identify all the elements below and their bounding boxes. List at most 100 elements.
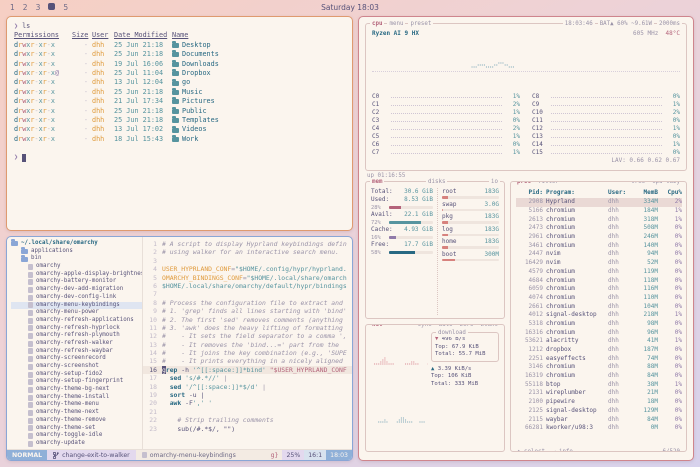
process-row[interactable]: 3461chromiumdhh140M0% — [516, 241, 682, 250]
process-row[interactable]: 66281kworker/u98:3dhh0M0% — [516, 424, 682, 433]
code-line: 7 — [143, 290, 352, 298]
tree-item-omarchy-battery-monitor[interactable]: omarchy-battery-monitor — [11, 278, 142, 286]
file-owner: dhh — [92, 88, 114, 97]
process-row[interactable]: 53621alacrittydhh41M1% — [516, 337, 682, 346]
process-table-header: Pid: Program: User: MemB Cpu% — [516, 189, 682, 198]
process-row[interactable]: 6059chromiumdhh116M0% — [516, 285, 682, 294]
tree-item-bin[interactable]: bin — [11, 255, 142, 263]
network-stats: download ▼ 496 B/s Top: 67.9 KiB Total: … — [431, 332, 499, 448]
code-buffer[interactable]: 1# A script to display Hyprland keybindi… — [143, 237, 352, 449]
workspace-4-active[interactable] — [48, 3, 55, 12]
tab-net[interactable]: net — [370, 324, 384, 329]
tree-item-omarchy-refresh-walker[interactable]: omarchy-refresh-walker — [11, 340, 142, 348]
process-row[interactable]: 2961chromiumdhh246M0% — [516, 233, 682, 242]
process-row[interactable]: 16319chromiumdhh84M0% — [516, 372, 682, 381]
line-number: 12 — [143, 332, 157, 340]
tree-item-omarchy-theme-set[interactable]: omarchy-theme-set — [11, 425, 142, 433]
tree-item-omarchy-refresh-hyprlock[interactable]: omarchy-refresh-hyprlock — [11, 325, 142, 333]
process-row[interactable]: 55118btopdhh38M1% — [516, 380, 682, 389]
tree-item-omarchy-theme-remove[interactable]: omarchy-theme-remove — [11, 417, 142, 425]
workspace-5[interactable]: 5 — [63, 3, 68, 12]
tree-item-omarchy-apple-display-brightness[interactable]: omarchy-apple-display-brightness — [11, 271, 142, 279]
tab-mem[interactable]: mem — [370, 178, 384, 186]
col-program[interactable]: Program: — [546, 189, 608, 198]
tab-filter[interactable]: filter — [536, 181, 561, 186]
tab-proc[interactable]: proc — [515, 181, 533, 186]
tree-item-omarchy-dev-config-link[interactable]: omarchy-dev-config-link — [11, 294, 142, 302]
ls-header-row: Permissions Size User Date Modified Name — [14, 31, 345, 40]
tree-item-omarchy-refresh-waybar[interactable]: omarchy-refresh-waybar — [11, 348, 142, 356]
process-row[interactable]: 2473chromiumdhh508M0% — [516, 224, 682, 233]
tree-item-omarchy-setup-fingerprint[interactable]: omarchy-setup-fingerprint — [11, 378, 142, 386]
process-row[interactable]: 16316chromiumdhh96M0% — [516, 328, 682, 337]
col-user[interactable]: User: — [608, 189, 630, 198]
col-memb[interactable]: MemB — [630, 189, 658, 198]
shell-prompt[interactable]: ❯ — [14, 153, 345, 162]
tab-io[interactable]: io — [489, 178, 500, 186]
col-pid[interactable]: Pid: — [516, 189, 546, 198]
tree-item-omarchy-theme-bg-next[interactable]: omarchy-theme-bg-next — [11, 386, 142, 394]
tab-cpu-lazy[interactable]: cpu lazy — [650, 181, 682, 186]
btop-pane[interactable]: cpu menu preset 18:03:46 BAT▲ 60% ~9.61W… — [358, 16, 694, 461]
tab-disks[interactable]: disks — [426, 178, 447, 186]
terminal-ls-pane[interactable]: ❯ ls Permissions Size User Date Modified… — [6, 16, 353, 231]
tree-item-omarchy-toggle-idle[interactable]: omarchy-toggle-idle — [11, 432, 142, 440]
tree-item-omarchy-update[interactable]: omarchy-update — [11, 440, 142, 448]
process-row[interactable]: 2661chromiumdhh104M0% — [516, 302, 682, 311]
tab-menu[interactable]: menu — [387, 20, 405, 28]
file-icon — [28, 318, 33, 324]
process-row[interactable]: 4579chromiumdhh119M0% — [516, 268, 682, 277]
process-row[interactable]: 1212dropboxdhh187M0% — [516, 346, 682, 355]
cpu-core-meter: C80% — [532, 93, 680, 101]
file-icon — [28, 348, 33, 354]
mem-meter — [389, 251, 433, 254]
file-icon — [142, 452, 147, 458]
refresh-interval[interactable]: 2000ms — [657, 20, 682, 28]
process-row[interactable]: 3146chromiumdhh88M0% — [516, 363, 682, 372]
workspace-1[interactable]: 1 — [10, 3, 15, 12]
process-row[interactable]: 4684chromiumdhh118M0% — [516, 276, 682, 285]
process-row[interactable]: 2447nvimdhh94M0% — [516, 250, 682, 259]
process-row[interactable]: 2908Hyprlanddhh334M2% — [516, 198, 682, 207]
tab-cpu[interactable]: cpu — [370, 20, 384, 28]
tree-root[interactable]: ~/.local/share/omarchy — [11, 240, 142, 248]
tree-item-omarchy-theme-install[interactable]: omarchy-theme-install — [11, 394, 142, 402]
tree-item-omarchy-refresh-plymouth[interactable]: omarchy-refresh-plymouth — [11, 332, 142, 340]
file-name-text: omarchy-menu-keybindings — [150, 452, 236, 459]
process-row[interactable]: 5318chromiumdhh98M0% — [516, 320, 682, 329]
file-date: 19 Jul 16:06 — [114, 60, 172, 69]
tree-item-omarchy-setup-fido2[interactable]: omarchy-setup-fido2 — [11, 371, 142, 379]
process-row[interactable]: 2125signal-desktopdhh129M0% — [516, 407, 682, 416]
process-row[interactable]: 2115waybardhh84M0% — [516, 415, 682, 424]
workspace-3[interactable]: 3 — [36, 3, 41, 12]
editor-pane[interactable]: ~/.local/share/omarchy applicationsbinom… — [6, 236, 353, 461]
workspace-2[interactable]: 2 — [23, 3, 28, 12]
tree-item-omarchy-theme-next[interactable]: omarchy-theme-next — [11, 409, 142, 417]
tree-item-omarchy-refresh-applications[interactable]: omarchy-refresh-applications — [11, 317, 142, 325]
process-row[interactable]: 2100pipewiredhh18M0% — [516, 398, 682, 407]
tree-item-omarchy-menu-power[interactable]: omarchy-menu-power — [11, 309, 142, 317]
process-row[interactable]: 5166chromiumdhh184M1% — [516, 207, 682, 216]
tree-item-omarchy-screenshot[interactable]: omarchy-screenshot — [11, 363, 142, 371]
process-row[interactable]: 2131wireplumberdhh21M0% — [516, 389, 682, 398]
process-row[interactable]: 16429nvimdhh52M0% — [516, 259, 682, 268]
tree-item-omarchy-theme-menu[interactable]: omarchy-theme-menu — [11, 401, 142, 409]
process-row[interactable]: 4074chromiumdhh110M0% — [516, 294, 682, 303]
tree-item-applications[interactable]: applications — [11, 248, 142, 256]
net-interface[interactable]: wlan0 — [479, 324, 500, 329]
tab-sync[interactable]: sync — [416, 324, 434, 329]
process-row[interactable]: 2251easyeffectsdhh74M0% — [516, 354, 682, 363]
disk-meter — [442, 196, 499, 199]
folder-icon — [172, 137, 179, 142]
tree-item-omarchy[interactable]: omarchy — [11, 263, 142, 271]
file-row: drwxr-xr-x-dhh25 Jun 21:18Public — [14, 107, 345, 116]
tree-item-omarchy-dev-add-migration[interactable]: omarchy-dev-add-migration — [11, 286, 142, 294]
process-row[interactable]: 2613chromiumdhh318M1% — [516, 215, 682, 224]
tree-item-omarchy-screenrecord[interactable]: omarchy-screenrecord — [11, 355, 142, 363]
tree-item-omarchy-menu-keybindings[interactable]: omarchy-menu-keybindings — [11, 302, 142, 310]
col-cpu[interactable]: Cpu% — [658, 189, 682, 198]
tab-preset[interactable]: preset — [408, 20, 433, 28]
process-row[interactable]: 4012signal-desktopdhh218M1% — [516, 311, 682, 320]
upload-total: Total: 333 MiB — [431, 381, 499, 389]
tab-tree[interactable]: tree — [629, 181, 647, 186]
